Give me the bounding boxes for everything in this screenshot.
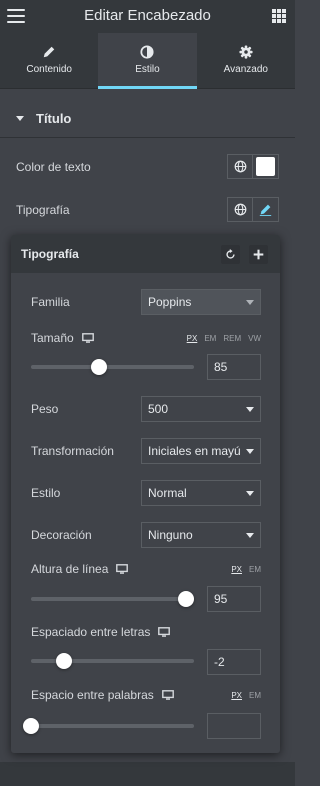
family-select[interactable]: Poppins [141,289,261,315]
decoration-select[interactable]: Ninguno [141,522,261,548]
decoration-label: Decoración [31,528,92,542]
globe-icon[interactable] [227,197,253,222]
word-spacing-slider-handle[interactable] [23,718,39,734]
word-spacing-label: Espacio entre palabras [31,688,154,702]
size-label: Tamaño [31,331,74,345]
monitor-icon[interactable] [116,564,129,574]
weight-label: Peso [31,402,59,416]
typography-edit-button[interactable] [253,197,279,222]
tab-avanzado[interactable]: Avanzado [197,33,295,88]
size-slider[interactable] [31,359,194,375]
family-row: Familia Poppins [31,289,261,315]
monitor-icon[interactable] [158,627,171,637]
plus-icon[interactable] [249,245,268,264]
reset-icon[interactable] [221,245,240,264]
top-bar: Editar Encabezado [0,0,295,33]
tab-bar: Contenido Estilo Avanzado [0,33,295,89]
style-row: Estilo Normal [31,480,261,506]
typography-popover: Tipografía Familia Poppins Tamaño PX EM … [11,235,280,753]
gear-icon [239,45,253,59]
unit-px[interactable]: PX [187,334,198,343]
transform-row: Transformación Iniciales en mayú [31,438,261,464]
chevron-down-icon [246,448,254,454]
popover-header: Tipografía [11,235,280,273]
panel-footer [0,762,295,786]
line-height-slider-handle[interactable] [177,591,194,607]
unit-em[interactable]: EM [204,334,216,343]
line-height-row: Altura de línea PX EM [31,562,261,576]
tab-label: Estilo [135,64,160,75]
unit-rem[interactable]: REM [223,334,241,343]
panel-title: Editar Encabezado [84,7,211,24]
monitor-icon[interactable] [161,690,174,700]
style-value: Normal [148,486,187,500]
contrast-icon [140,45,155,59]
section-titulo-toggle[interactable]: Título [0,100,295,138]
word-spacing-row: Espacio entre palabras PX EM [31,688,261,702]
unit-px[interactable]: PX [231,691,242,700]
family-value: Poppins [148,295,192,309]
caret-down-icon [16,116,24,121]
color-swatch [256,157,275,176]
text-color-row: Color de texto [16,154,279,179]
word-spacing-slider[interactable] [23,718,194,734]
popover-title: Tipografía [21,247,79,261]
letter-spacing-row: Espaciado entre letras [31,625,261,639]
weight-row: Peso 500 [31,396,261,422]
pencil-icon [43,46,55,58]
size-slider-handle[interactable] [91,359,108,375]
tab-contenido[interactable]: Contenido [0,33,98,88]
weight-value: 500 [148,402,169,416]
transform-value: Iniciales en mayú [148,444,241,458]
style-select[interactable]: Normal [141,480,261,506]
typography-row: Tipografía [16,197,279,222]
letter-spacing-input[interactable]: -2 [207,649,261,675]
chevron-down-icon [246,532,254,538]
line-height-label: Altura de línea [31,562,109,576]
unit-em[interactable]: EM [249,691,261,700]
family-label: Familia [31,295,70,309]
weight-select[interactable]: 500 [141,396,261,422]
decoration-value: Ninguno [148,528,193,542]
section-title: Título [36,111,72,126]
letter-spacing-slider-handle[interactable] [55,653,72,669]
line-height-input[interactable]: 95 [207,586,261,612]
tab-label: Avanzado [223,64,268,75]
letter-spacing-label: Espaciado entre letras [31,625,151,639]
monitor-icon[interactable] [81,333,94,343]
grid-icon[interactable] [272,9,286,23]
chevron-down-icon [246,490,254,496]
transform-label: Transformación [31,444,114,458]
unit-px[interactable]: PX [231,565,242,574]
tab-estilo[interactable]: Estilo [98,33,197,89]
text-color-label: Color de texto [16,159,91,174]
unit-vw[interactable]: VW [248,334,261,343]
tab-label: Contenido [26,64,72,75]
style-label: Estilo [31,486,61,500]
color-swatch-button[interactable] [253,154,279,179]
unit-em[interactable]: EM [249,565,261,574]
chevron-down-icon [246,406,254,412]
size-input[interactable]: 85 [207,354,261,380]
decoration-row: Decoración Ninguno [31,522,261,548]
pencil-icon [259,204,272,216]
typography-label: Tipografía [16,202,70,217]
word-spacing-input[interactable] [207,713,261,739]
chevron-down-icon [246,299,254,305]
line-height-slider[interactable] [31,591,194,607]
transform-select[interactable]: Iniciales en mayú [141,438,261,464]
globe-icon[interactable] [227,154,253,179]
size-row: Tamaño PX EM REM VW [31,331,261,345]
letter-spacing-slider[interactable] [31,653,194,669]
